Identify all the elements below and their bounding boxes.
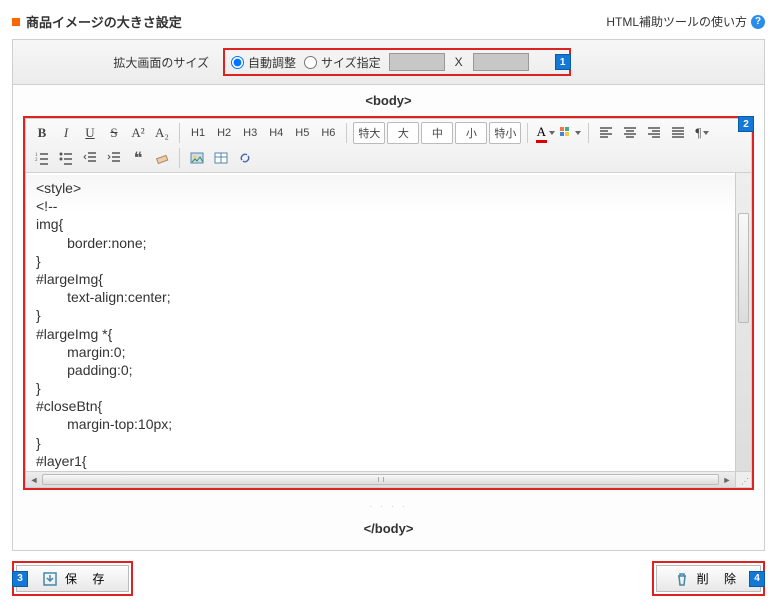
hscroll-track[interactable] [42, 474, 719, 485]
ul-icon [59, 151, 73, 165]
size-xs-button[interactable]: 特小 [489, 122, 521, 144]
radio-auto[interactable]: 自動調整 [231, 54, 296, 71]
help-icon: ? [751, 15, 765, 29]
bgcolor-icon [559, 126, 573, 140]
save-button-label: 保 存 [65, 570, 110, 587]
callout-4: 4 [749, 571, 765, 587]
subscript-button[interactable]: A₂ [151, 122, 173, 144]
help-link-label: HTML補助ツールの使い方 [606, 13, 747, 30]
bold-button[interactable]: B [31, 122, 53, 144]
align-left-button[interactable] [595, 122, 617, 144]
radio-auto-input[interactable] [231, 56, 244, 69]
toolbar-separator [346, 123, 347, 143]
editor-textarea[interactable]: <style> <!-- img{ border:none; } #largeI… [26, 173, 735, 471]
size-xl-button[interactable]: 特大 [353, 122, 385, 144]
h3-button[interactable]: H3 [238, 122, 262, 144]
delete-button-label: 削 除 [697, 570, 742, 587]
table-icon [214, 151, 228, 165]
image-icon [190, 151, 204, 165]
bg-color-button[interactable] [558, 122, 582, 144]
footer: 3 保 存 削 除 4 [12, 551, 765, 600]
underline-button[interactable]: U [79, 122, 101, 144]
quote-button[interactable]: ❝ [127, 147, 149, 169]
x-separator: X [453, 55, 465, 69]
size-m-button[interactable]: 中 [421, 122, 453, 144]
save-button[interactable]: 保 存 [16, 565, 129, 592]
drag-dots: · · · · [13, 500, 764, 513]
align-justify-button[interactable] [667, 122, 689, 144]
scrollbar-thumb[interactable] [738, 213, 749, 323]
strike-button[interactable]: S [103, 122, 125, 144]
toolbar-separator [179, 123, 180, 143]
enlarge-size-controls: 自動調整 サイズ指定 X 1 [223, 48, 571, 76]
toolbar-separator [588, 123, 589, 143]
radio-fixed-input[interactable] [304, 56, 317, 69]
unordered-list-button[interactable] [55, 147, 77, 169]
page-header: 商品イメージの大きさ設定 HTML補助ツールの使い方 ? [12, 8, 765, 39]
ordered-list-button[interactable]: 12 [31, 147, 53, 169]
link-icon [238, 151, 252, 165]
link-button[interactable] [234, 147, 256, 169]
indent-button[interactable] [103, 147, 125, 169]
align-center-button[interactable] [619, 122, 641, 144]
help-link[interactable]: HTML補助ツールの使い方 ? [606, 13, 765, 30]
toolbar-separator [179, 148, 180, 168]
trash-icon [675, 572, 689, 586]
align-right-icon [647, 126, 661, 140]
h5-button[interactable]: H5 [290, 122, 314, 144]
outdent-button[interactable] [79, 147, 101, 169]
radio-auto-label: 自動調整 [248, 54, 296, 71]
superscript-button[interactable]: A² [127, 122, 149, 144]
editor-toolbar: B I U S A² A₂ H1 H2 H3 H4 H5 H6 特大 大 中 [25, 118, 752, 172]
align-justify-icon [671, 126, 685, 140]
ol-icon: 12 [35, 151, 49, 165]
callout-3: 3 [12, 571, 28, 587]
size-s-button[interactable]: 小 [455, 122, 487, 144]
align-left-icon [599, 126, 613, 140]
italic-button[interactable]: I [55, 122, 77, 144]
section-marker-icon [12, 18, 20, 26]
font-color-button[interactable]: A [534, 122, 556, 144]
enlarge-size-row: 拡大画面のサイズ 自動調整 サイズ指定 X 1 [13, 40, 764, 85]
scroll-left-arrow[interactable]: ◄ [26, 472, 42, 487]
height-input[interactable] [473, 53, 529, 71]
size-l-button[interactable]: 大 [387, 122, 419, 144]
delete-button[interactable]: 削 除 [656, 565, 761, 592]
width-input[interactable] [389, 53, 445, 71]
resize-grip[interactable]: ⋰ [735, 472, 751, 487]
h2-button[interactable]: H2 [212, 122, 236, 144]
h1-button[interactable]: H1 [186, 122, 210, 144]
radio-fixed[interactable]: サイズ指定 [304, 54, 381, 71]
clear-format-button[interactable] [151, 147, 173, 169]
radio-fixed-label: サイズ指定 [321, 54, 381, 71]
main-panel: 拡大画面のサイズ 自動調整 サイズ指定 X 1 <body> 2 [12, 39, 765, 551]
save-icon [43, 572, 57, 586]
paragraph-button[interactable]: ¶ [691, 122, 713, 144]
image-button[interactable] [186, 147, 208, 169]
body-close-tag: </body> [13, 513, 764, 550]
align-center-icon [623, 126, 637, 140]
align-right-button[interactable] [643, 122, 665, 144]
outdent-icon [83, 151, 97, 165]
callout-1: 1 [555, 54, 571, 70]
toolbar-separator [527, 123, 528, 143]
h6-button[interactable]: H6 [316, 122, 340, 144]
table-button[interactable] [210, 147, 232, 169]
scroll-right-arrow[interactable]: ► [719, 472, 735, 487]
save-button-region: 3 保 存 [12, 561, 133, 596]
indent-icon [107, 151, 121, 165]
svg-text:2: 2 [35, 158, 38, 163]
quote-icon: ❝ [134, 148, 143, 168]
horizontal-scrollbar[interactable]: ◄ ► [26, 472, 735, 487]
delete-button-region: 削 除 4 [652, 561, 765, 596]
eraser-icon [155, 151, 169, 165]
callout-2: 2 [738, 116, 754, 132]
body-open-tag: <body> [13, 85, 764, 116]
editor-region: 2 B I U S A² A₂ H1 H2 H3 H4 H5 H6 [23, 116, 754, 490]
enlarge-size-label: 拡大画面のサイズ [23, 54, 223, 71]
page-title: 商品イメージの大きさ設定 [26, 12, 182, 31]
vertical-scrollbar[interactable] [735, 173, 751, 471]
h4-button[interactable]: H4 [264, 122, 288, 144]
